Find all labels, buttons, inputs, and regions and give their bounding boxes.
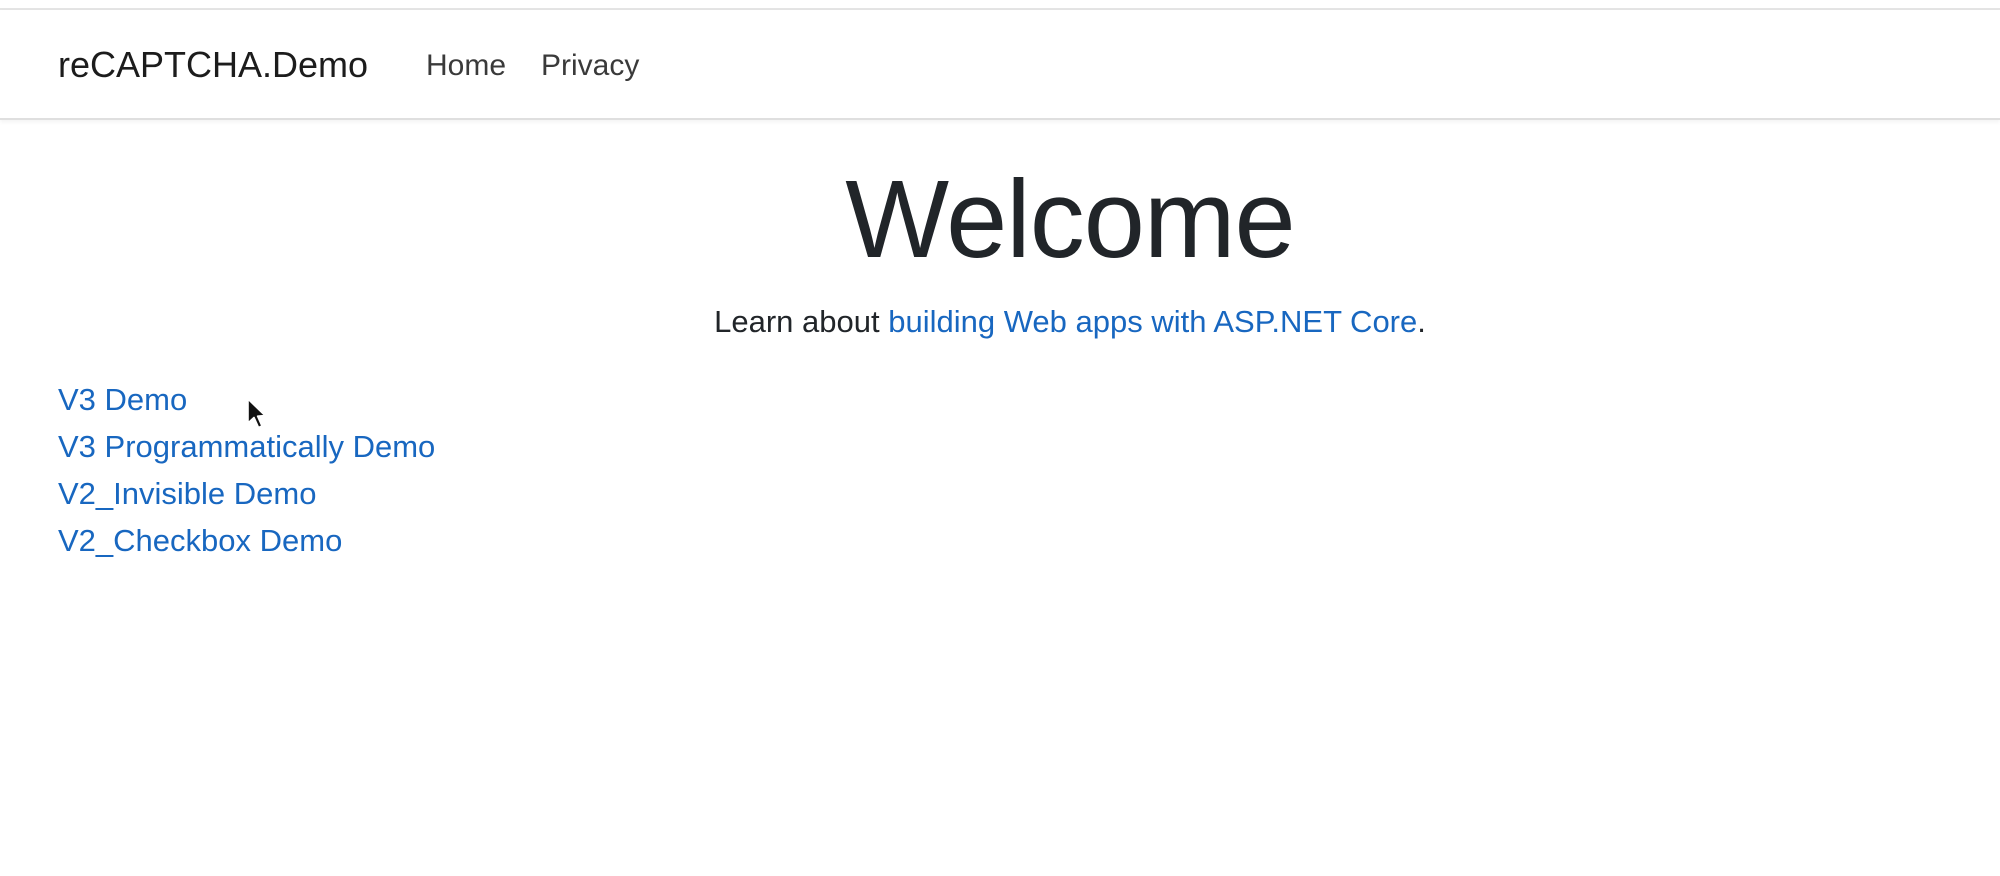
v2-checkbox-demo-link[interactable]: V2_Checkbox Demo [58, 523, 342, 558]
page-title: Welcome [845, 158, 1295, 281]
aspnet-docs-link[interactable]: building Web apps with ASP.NET Core [888, 304, 1417, 339]
brand-link[interactable]: reCAPTCHA.Demo [58, 43, 368, 87]
learn-paragraph: Learn about building Web apps with ASP.N… [0, 300, 2000, 344]
learn-suffix: . [1417, 304, 1426, 339]
nav-privacy-link[interactable]: Privacy [541, 46, 639, 86]
list-item: V2_Invisible Demo [58, 472, 435, 519]
nav-home-link[interactable]: Home [426, 46, 506, 86]
list-item: V2_Checkbox Demo [58, 519, 435, 566]
learn-prefix: Learn about [714, 304, 889, 339]
v2-invisible-demo-link[interactable]: V2_Invisible Demo [58, 476, 316, 511]
v3-demo-link[interactable]: V3 Demo [58, 382, 187, 417]
mouse-pointer-icon [247, 398, 266, 429]
list-item: V3 Programmatically Demo [58, 425, 435, 472]
navbar: reCAPTCHA.Demo Home Privacy [0, 10, 2000, 120]
v3-programmatically-demo-link[interactable]: V3 Programmatically Demo [58, 429, 435, 464]
